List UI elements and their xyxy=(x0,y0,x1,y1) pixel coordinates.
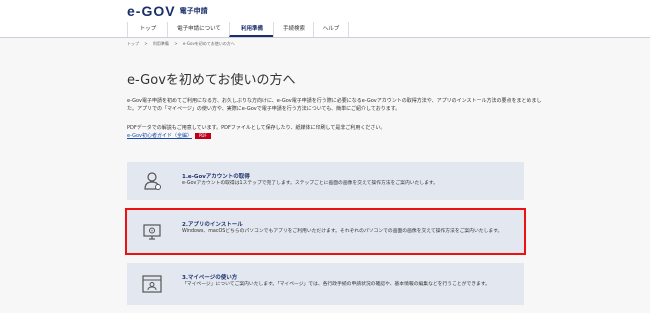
breadcrumb-sep: > xyxy=(174,41,178,46)
breadcrumb: トップ > 利用準備 > e-Govを初めてお使いの方へ xyxy=(127,41,239,47)
intro-paragraph: e-Gov電子申請を初めてご利用になる方、お久しぶりな方向けに、e-Gov電子申… xyxy=(127,98,542,112)
card-desc: Windows、macOSどちらのパソコンでもアプリをご利用いただけます。それぞ… xyxy=(182,229,503,234)
nav-item-preparation[interactable]: 利用準備 xyxy=(229,22,274,37)
card-desc: 「マイページ」についてご案内いたします。「マイページ」では、各行政手続の申請状況… xyxy=(182,282,490,287)
guide-line: e-Gov初心者ガイド（全編） PDF xyxy=(127,132,547,140)
nav-item-about[interactable]: 電子申請について xyxy=(167,22,230,37)
card-app-install[interactable]: 2.アプリのインストール Windows、macOSどちらのパソコンでもアプリを… xyxy=(125,208,526,255)
user-icon xyxy=(144,172,161,190)
card-title: 1.e-Govアカウントの取得 xyxy=(182,174,250,180)
breadcrumb-top[interactable]: トップ xyxy=(127,41,139,46)
nav-item-top[interactable]: トップ xyxy=(127,22,168,37)
pdf-badge: PDF xyxy=(194,132,211,139)
pdf-paragraph: PDFデータでの解説もご用意しています。PDFファイルとして保存したり、紙媒体に… xyxy=(127,125,386,131)
card-account[interactable]: 1.e-Govアカウントの取得 e-Govアカウントの取得は1ステップで完了しま… xyxy=(127,162,524,200)
computer-icon xyxy=(143,223,161,240)
card-desc: e-Govアカウントの取得は1ステップで完了します。ステップごとに画面の画像を交… xyxy=(182,181,439,186)
site-header: e-GOV 電子申請 xyxy=(0,0,650,22)
egov-logo[interactable]: e-GOV 電子申請 xyxy=(127,3,208,19)
card-title: 2.アプリのインストール xyxy=(182,222,243,228)
global-nav: トップ 電子申請について 利用準備 手続検索 ヘルプ xyxy=(0,22,650,38)
breadcrumb-preparation[interactable]: 利用準備 xyxy=(153,41,169,46)
page-title: e-Govを初めてお使いの方へ xyxy=(127,73,296,88)
logo-sub: 電子申請 xyxy=(179,7,208,15)
beginner-guide-link[interactable]: e-Gov初心者ガイド（全編） xyxy=(127,133,192,139)
breadcrumb-current: e-Govを初めてお使いの方へ xyxy=(182,41,235,46)
card-title: 3.マイページの使い方 xyxy=(182,275,238,281)
nav-item-search[interactable]: 手続検索 xyxy=(273,22,314,37)
breadcrumb-sep: > xyxy=(144,41,148,46)
card-mypage[interactable]: 3.マイページの使い方 「マイページ」についてご案内いたします。「マイページ」で… xyxy=(127,263,524,305)
mypage-icon xyxy=(142,275,162,293)
logo-mark: e-GOV xyxy=(127,3,176,19)
nav-item-help[interactable]: ヘルプ xyxy=(313,22,349,37)
